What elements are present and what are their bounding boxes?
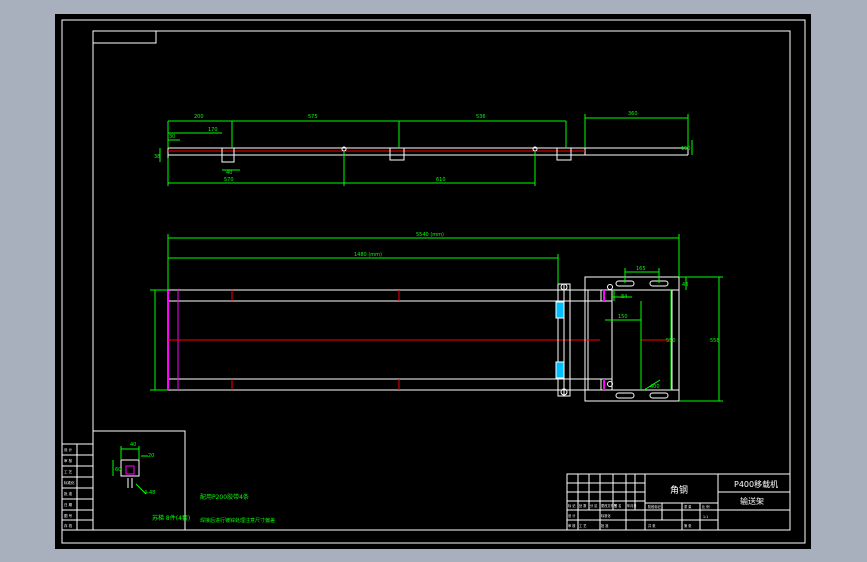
dim-1480: 1480 (mm) — [354, 252, 382, 258]
drawing-name: 输送架 — [740, 496, 764, 506]
dim-610: 610 — [436, 177, 446, 183]
tb-cell-12: 工 艺 — [579, 523, 586, 528]
strip-cell-4: 批 准 — [64, 491, 73, 496]
dim-150b: 150 — [618, 314, 628, 320]
tb-cell-14: 共 张 — [648, 523, 656, 528]
tb-cell-11: 审 核 — [568, 523, 576, 528]
detail-dim-20: 20 — [148, 453, 154, 459]
detail-dim-60: 60 — [115, 467, 121, 473]
strip-cell-7: 存 档 — [64, 523, 73, 528]
tb-cell-2: 分 区 — [590, 503, 598, 508]
dim-30: 30 — [169, 134, 175, 140]
dim-558: 558 — [710, 338, 720, 344]
strip-cell-3: 标准化 — [64, 480, 75, 485]
dim-536: 536 — [476, 114, 486, 120]
tb-cell-8: 阶段标记 — [648, 504, 662, 509]
dim-575: 575 — [308, 114, 318, 120]
strip-cell-1: 审 核 — [64, 458, 73, 463]
tb-cell-1: 处 数 — [579, 503, 587, 508]
tb-cell-7: 标准化 — [601, 513, 611, 518]
tb-cell-6: 设 计 — [568, 513, 576, 518]
dim-550: 550 — [666, 338, 676, 344]
strip-cell-5: 日 期 — [64, 502, 73, 507]
note-line-2: 焊接后进行镀锌处理注意尺寸偏差 — [200, 517, 275, 524]
dim-5540: 5540 (mm) — [416, 232, 444, 238]
dim-165: 165 — [636, 266, 646, 272]
dim-38: 38 — [154, 154, 160, 160]
dim-150: 150 — [681, 146, 691, 152]
strip-cell-0: 设 计 — [64, 447, 73, 452]
dim-570: 570 — [224, 177, 234, 183]
tb-cell-15: 第 张 — [684, 523, 692, 528]
tb-cell-5: 年月日 — [627, 503, 637, 508]
dim-40: 40 — [226, 170, 232, 176]
note-line-1: 配用P200胶带4条 — [200, 493, 249, 501]
dim-400: 400 — [650, 384, 660, 390]
tb-cell-0: 标 记 — [568, 503, 576, 508]
product-name: P400移载机 — [734, 479, 778, 489]
tb-cell-10: 比 例 — [702, 504, 709, 509]
tb-cell-4: 签 名 — [614, 503, 621, 508]
detail-dim-holes: 4-48 — [144, 490, 155, 496]
cad-drawing: 200 170 575 536 360 30 40 570 610 38 150 — [55, 14, 811, 549]
part-name: 角钢 — [670, 484, 688, 496]
tb-cell-16: 1:1 — [703, 515, 708, 519]
dim-170: 170 — [208, 127, 218, 133]
strip-cell-2: 工 艺 — [64, 469, 73, 474]
detail-note: 苏梯 8件(4套) — [152, 514, 190, 522]
dim-360: 360 — [628, 111, 638, 117]
dim-200: 200 — [194, 114, 204, 120]
detail-dim-40: 40 — [130, 442, 136, 448]
tb-cell-13: 批 准 — [601, 523, 609, 528]
strip-cell-6: 图 号 — [64, 513, 73, 518]
dim-43: 43 — [682, 282, 688, 288]
dim-84: 84 — [621, 294, 627, 300]
tb-cell-9: 重 量 — [684, 504, 692, 509]
